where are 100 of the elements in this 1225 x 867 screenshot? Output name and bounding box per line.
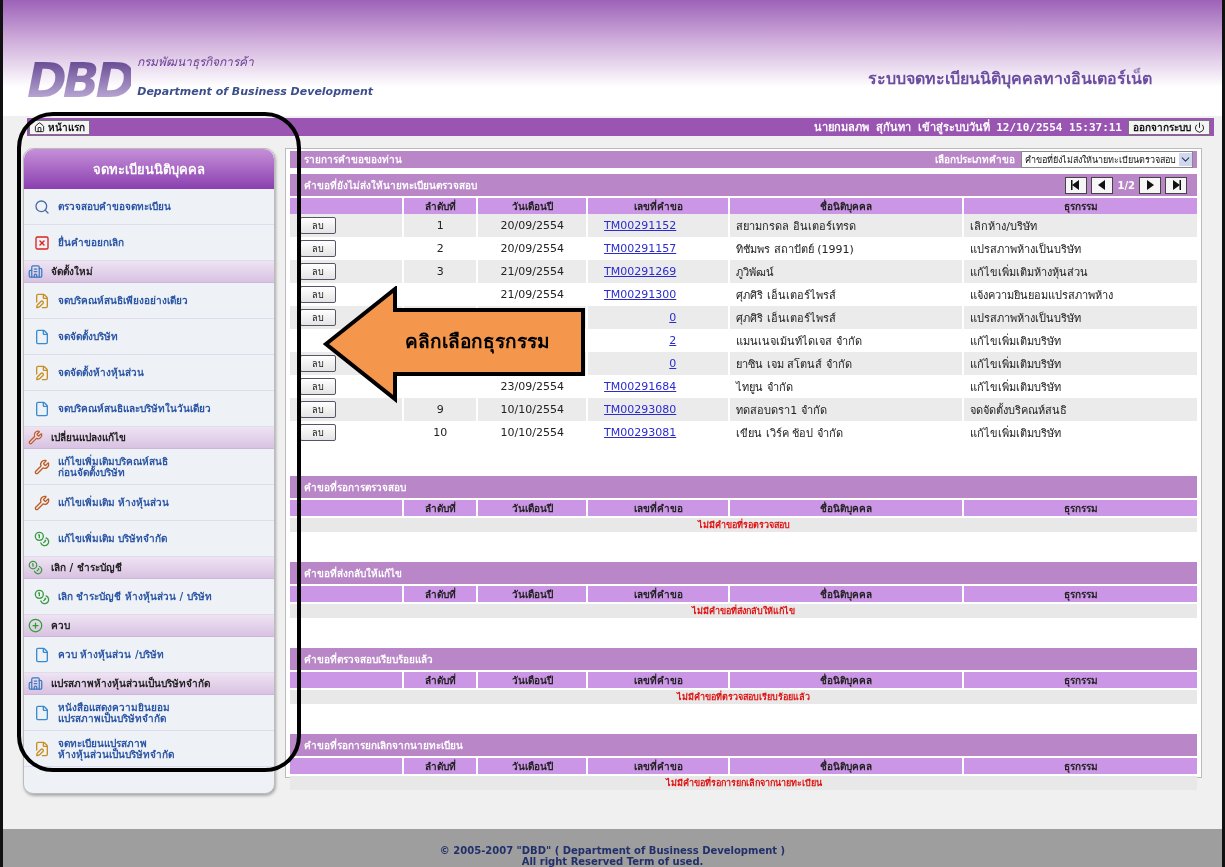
table-header-cell: เลขที่คำขอ (588, 500, 729, 516)
first-page-button[interactable] (1065, 176, 1088, 194)
section-title: คำขอที่ตรวจสอบเรียบร้อยแล้ว (304, 651, 434, 667)
delete-button[interactable]: ลบ (300, 240, 337, 257)
building-icon (28, 264, 43, 279)
table-cell: สยามกรดล อินเตอร์เทรด (730, 214, 963, 237)
table-header-cell: วันเดือนปี (478, 500, 587, 516)
table-header-cell: วันเดือนปี (478, 198, 587, 214)
menu-group-header[interactable]: เลิก / ชำระบัญชี (24, 557, 275, 579)
callout-text: คลิกเลือกธุรกรรม (405, 329, 550, 356)
menu-group-header[interactable]: จัดตั้งใหม่ (24, 261, 275, 283)
table-cell: ศุภศิริ เอ็นเตอร์ไพรส์ (730, 306, 963, 329)
table-cell: 10/10/2554 (478, 398, 587, 421)
rights-text: All right Reserved Term of used. (521, 856, 704, 867)
coins-icon (28, 560, 43, 575)
table-cell: ทดสอบดรา1 จำกัด (730, 398, 963, 421)
org-name-thai: กรมพัฒนาธุรกิจการค้า (137, 54, 256, 71)
menu-item[interactable]: หนังสือแสดงความยินยอม แปรสภาพเป็นบริษัทจำกัด (24, 695, 275, 731)
table-header-cell: วันเดือนปี (478, 758, 587, 774)
delete-button[interactable]: ลบ (300, 424, 337, 441)
next-page-button[interactable] (1139, 176, 1161, 194)
menu-item[interactable]: จดจัดตั้งบริษัท (24, 319, 275, 355)
request-number-link[interactable]: 2 (669, 334, 677, 347)
chevron-down-icon (1179, 153, 1192, 166)
last-page-button[interactable] (1165, 176, 1187, 194)
table-header-cell: ธุรกรรม (964, 198, 1197, 214)
delete-button[interactable]: ลบ (300, 217, 337, 234)
wrench-icon (34, 494, 50, 511)
table-header-cell: ชื่อนิติบุคคล (730, 198, 963, 214)
system-title: ระบบจดทะเบียนนิติบุคคลทางอินเตอร์เน็ต (868, 66, 1152, 91)
home-button[interactable]: หน้าแรก (29, 119, 90, 135)
sidebar-title: จดทะเบียนนิติบุคคล (24, 149, 275, 189)
menu-item[interactable]: จดบริคณห์สนธิเพียงอย่างเดียว (24, 283, 275, 319)
menu-item[interactable]: แก้ไขเพิ่มเติม ห้างหุ้นส่วน (24, 485, 275, 521)
page-indicator: 1/2 (1117, 179, 1135, 191)
power-icon (1194, 121, 1205, 133)
plus-circle-icon (28, 618, 43, 633)
request-number-link[interactable]: TM00291684 (604, 380, 677, 393)
wrench-icon (34, 458, 50, 475)
table-header-cell: ธุรกรรม (964, 758, 1197, 774)
table-header-cell: ลำดับที่ (404, 586, 477, 602)
empty-message: ไม่มีคำขอที่ตรวจสอบเรียบร้อยแล้ว (290, 690, 1197, 704)
menu-item[interactable]: ตรวจสอบคำขอจดทะเบียน (24, 189, 275, 225)
menu-item[interactable]: จดจัดตั้งห้างหุ้นส่วน (24, 355, 275, 391)
request-number-link[interactable]: TM00291300 (604, 288, 677, 301)
cross-icon (34, 234, 50, 251)
table-header-cell: ลำดับที่ (404, 672, 477, 688)
menu-group-header[interactable]: เปลี่ยนแปลงแก้ไข (24, 427, 275, 449)
table-header-cell: วันเดือนปี (478, 672, 587, 688)
request-type-dropdown[interactable]: คำขอที่ยังไม่ส่งให้นายทะเบียนตรวจสอบ (1021, 151, 1193, 168)
request-number-link[interactable]: 0 (669, 357, 677, 370)
pencil-document-icon (34, 364, 50, 381)
table-cell: ภูวิพัฒน์ (730, 260, 963, 283)
table-header-cell: ลำดับที่ (404, 758, 477, 774)
delete-button[interactable]: ลบ (300, 378, 337, 395)
table-header-cell: ธุรกรรม (964, 586, 1197, 602)
logout-button[interactable]: ออกจากระบบ (1128, 119, 1210, 135)
wrench-icon (28, 430, 43, 445)
table-cell: 9 (404, 398, 477, 421)
copyright-text: © 2005-2007 "DBD" ( Department of Business Development ) (439, 845, 786, 856)
menu-group-header[interactable]: ควบ (24, 615, 275, 637)
menu-item[interactable]: จดทะเบียนแปรสภาพ ห้างหุ้นส่วนเป็นบริษัทจำกัด (24, 731, 275, 767)
request-number-link[interactable]: 0 (669, 311, 677, 324)
table-header-cell: ชื่อนิติบุคคล (730, 500, 963, 516)
table-header-cell: เลขที่คำขอ (588, 758, 729, 774)
document-icon (34, 646, 50, 663)
table-header-cell: ธุรกรรม (964, 500, 1197, 516)
empty-message: ไม่มีคำขอที่รอตรวจสอบ (290, 518, 1197, 532)
table-cell: 21/09/2554 (478, 260, 587, 283)
table-cell: แก้ไขเพิ่มเติมบริษัท (964, 352, 1197, 375)
document-icon (34, 400, 50, 417)
delete-button[interactable]: ลบ (300, 355, 337, 372)
table-cell: 3 (404, 260, 477, 283)
delete-button[interactable]: ลบ (300, 401, 337, 418)
building-icon (28, 676, 43, 691)
menu-item[interactable]: แก้ไขเพิ่มเติมบริคณห์สนธิ ก่อนจัดตั้งบริษัท (24, 449, 275, 485)
previous-page-button[interactable] (1091, 176, 1114, 194)
empty-message: ไม่มีคำขอที่รอการยกเลิกจากนายทะเบียน (290, 776, 1197, 790)
empty-message: ไม่มีคำขอที่ส่งกลับให้แก้ไข (290, 604, 1197, 618)
delete-button[interactable]: ลบ (300, 263, 337, 280)
delete-button[interactable]: ลบ (300, 309, 337, 326)
table-header-cell: ชื่อนิติบุคคล (730, 672, 963, 688)
coins-icon (34, 588, 50, 605)
user-login-info: นายกมลภพ สุกันทา เข้าสู่ระบบวันที่ 12/10/2554 15:37:11 (814, 118, 1122, 136)
document-icon (34, 704, 50, 721)
table-header-cell: เลขที่คำขอ (588, 198, 729, 214)
table-header-cell: เลขที่คำขอ (588, 672, 729, 688)
table-cell: แก้ไขเพิ่มเติมห้างหุ้นส่วน (964, 260, 1197, 283)
table-header-cell: ชื่อนิติบุคคล (730, 586, 963, 602)
table-cell: จดจัดตั้งบริคณห์สนธิ (964, 398, 1197, 421)
table-header-cell: ลำดับที่ (404, 198, 477, 214)
request-number-link[interactable]: TM00293081 (604, 426, 677, 439)
org-name-english: Department of Business Development (137, 85, 374, 98)
table-cell: 20/09/2554 (478, 214, 587, 237)
section-title: คำขอที่ยังไม่ส่งให้นายทะเบียนตรวจสอบ (304, 177, 478, 193)
filter-label: เลือกประเภทคำขอ (935, 153, 1015, 167)
menu-group-header[interactable]: แปรสภาพห้างหุ้นส่วนเป็นบริษัทจำกัด (24, 673, 275, 695)
request-number-link[interactable]: TM00291157 (604, 242, 677, 255)
table-cell: 1 (404, 214, 477, 237)
delete-button[interactable]: ลบ (300, 286, 337, 303)
